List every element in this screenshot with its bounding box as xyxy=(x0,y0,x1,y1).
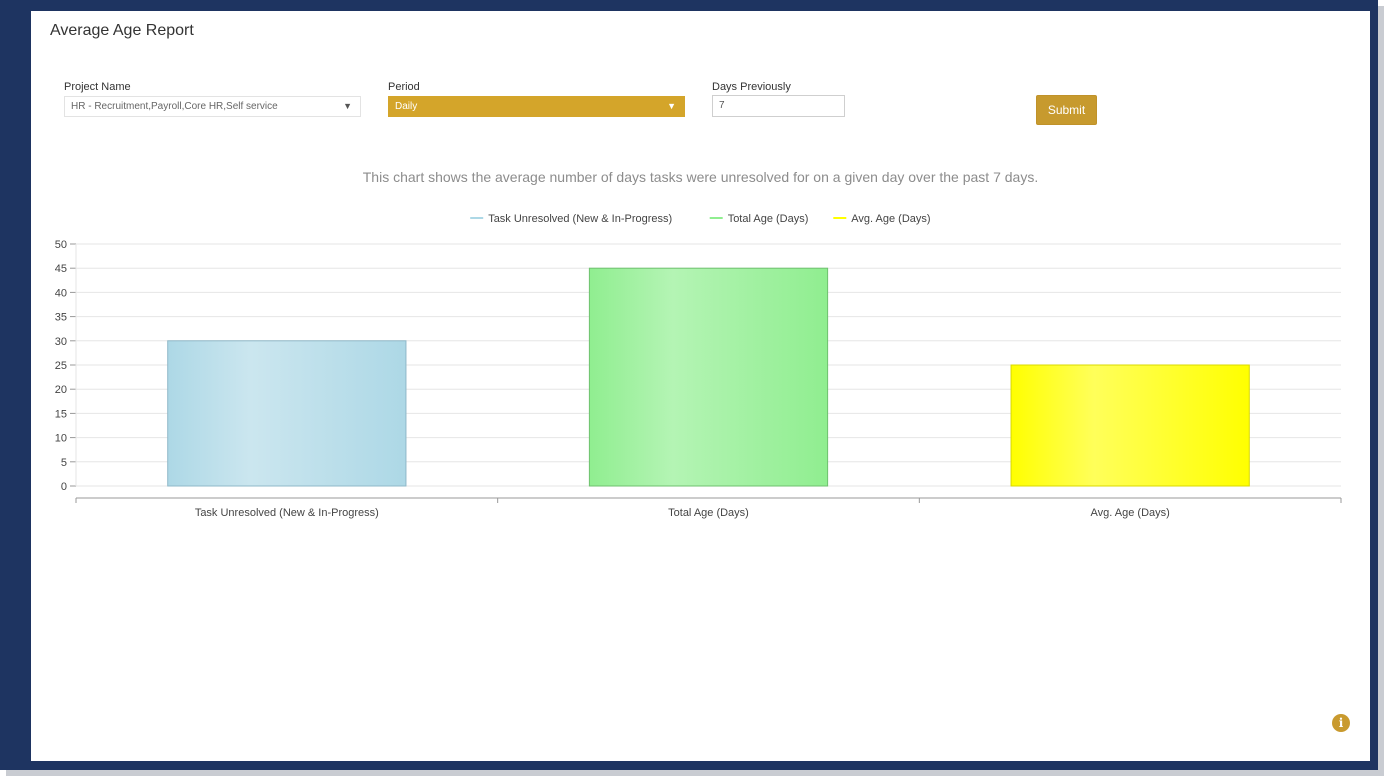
chart-legend: Task Unresolved (New & In-Progress) Total… xyxy=(470,213,931,225)
window-shadow xyxy=(6,770,1384,776)
page-title: Average Age Report xyxy=(50,22,194,39)
project-name-label: Project Name xyxy=(64,81,131,93)
bar-1 xyxy=(167,340,407,487)
days-previously-label: Days Previously xyxy=(712,81,791,93)
project-name-value: HR - Recruitment,Payroll,Core HR,Self se… xyxy=(71,101,278,112)
y-tick-label: 50 xyxy=(55,239,67,251)
period-value: Daily xyxy=(395,101,418,112)
frame-left xyxy=(0,0,31,770)
y-axis-ticks: 0 5 10 15 20 25 30 35 40 45 50 xyxy=(55,239,77,493)
chevron-down-icon: ▼ xyxy=(343,101,352,111)
period-select[interactable]: Daily ▼ xyxy=(388,96,685,117)
x-tick-label: Avg. Age (Days) xyxy=(1091,507,1170,519)
frame-right xyxy=(1370,0,1378,770)
x-axis: Task Unresolved (New & In-Progress) Total… xyxy=(75,497,1342,519)
window-shadow-right xyxy=(1378,6,1384,776)
chart-caption: This chart shows the average number of d… xyxy=(362,169,1039,185)
period-label: Period xyxy=(388,81,420,93)
info-icon[interactable]: i xyxy=(1332,714,1350,732)
frame-bottom xyxy=(0,761,1378,770)
y-tick-label: 30 xyxy=(55,336,67,348)
bar-2 xyxy=(588,267,829,487)
x-tick-label: Task Unresolved (New & In-Progress) xyxy=(195,507,379,519)
frame-top xyxy=(0,0,1378,11)
bar-chart: Task Unresolved (New & In-Progress) Total… xyxy=(55,213,1342,519)
y-tick-label: 15 xyxy=(55,408,67,420)
y-tick-label: 10 xyxy=(55,433,67,445)
chart-bars xyxy=(167,267,1250,487)
bar-3 xyxy=(1010,364,1250,487)
report-content: Average Age Report Project Name HR - Rec… xyxy=(31,11,1370,761)
y-tick-label: 0 xyxy=(61,481,67,493)
y-tick-label: 25 xyxy=(55,360,67,372)
chevron-down-icon: ▼ xyxy=(667,101,676,111)
project-name-select[interactable]: HR - Recruitment,Payroll,Core HR,Self se… xyxy=(64,96,361,117)
x-tick-label: Total Age (Days) xyxy=(668,507,749,519)
legend-label: Task Unresolved (New & In-Progress) xyxy=(488,213,672,225)
y-tick-label: 20 xyxy=(55,384,67,396)
legend-label: Total Age (Days) xyxy=(728,213,809,225)
legend-label: Avg. Age (Days) xyxy=(851,213,930,225)
submit-button[interactable]: Submit xyxy=(1036,95,1097,125)
days-previously-input[interactable]: 7 xyxy=(712,95,845,117)
y-tick-label: 45 xyxy=(55,263,67,275)
app-window: Average Age Report Project Name HR - Rec… xyxy=(0,0,1389,780)
y-tick-label: 40 xyxy=(55,287,67,299)
y-tick-label: 35 xyxy=(55,312,67,324)
y-tick-label: 5 xyxy=(61,457,67,469)
